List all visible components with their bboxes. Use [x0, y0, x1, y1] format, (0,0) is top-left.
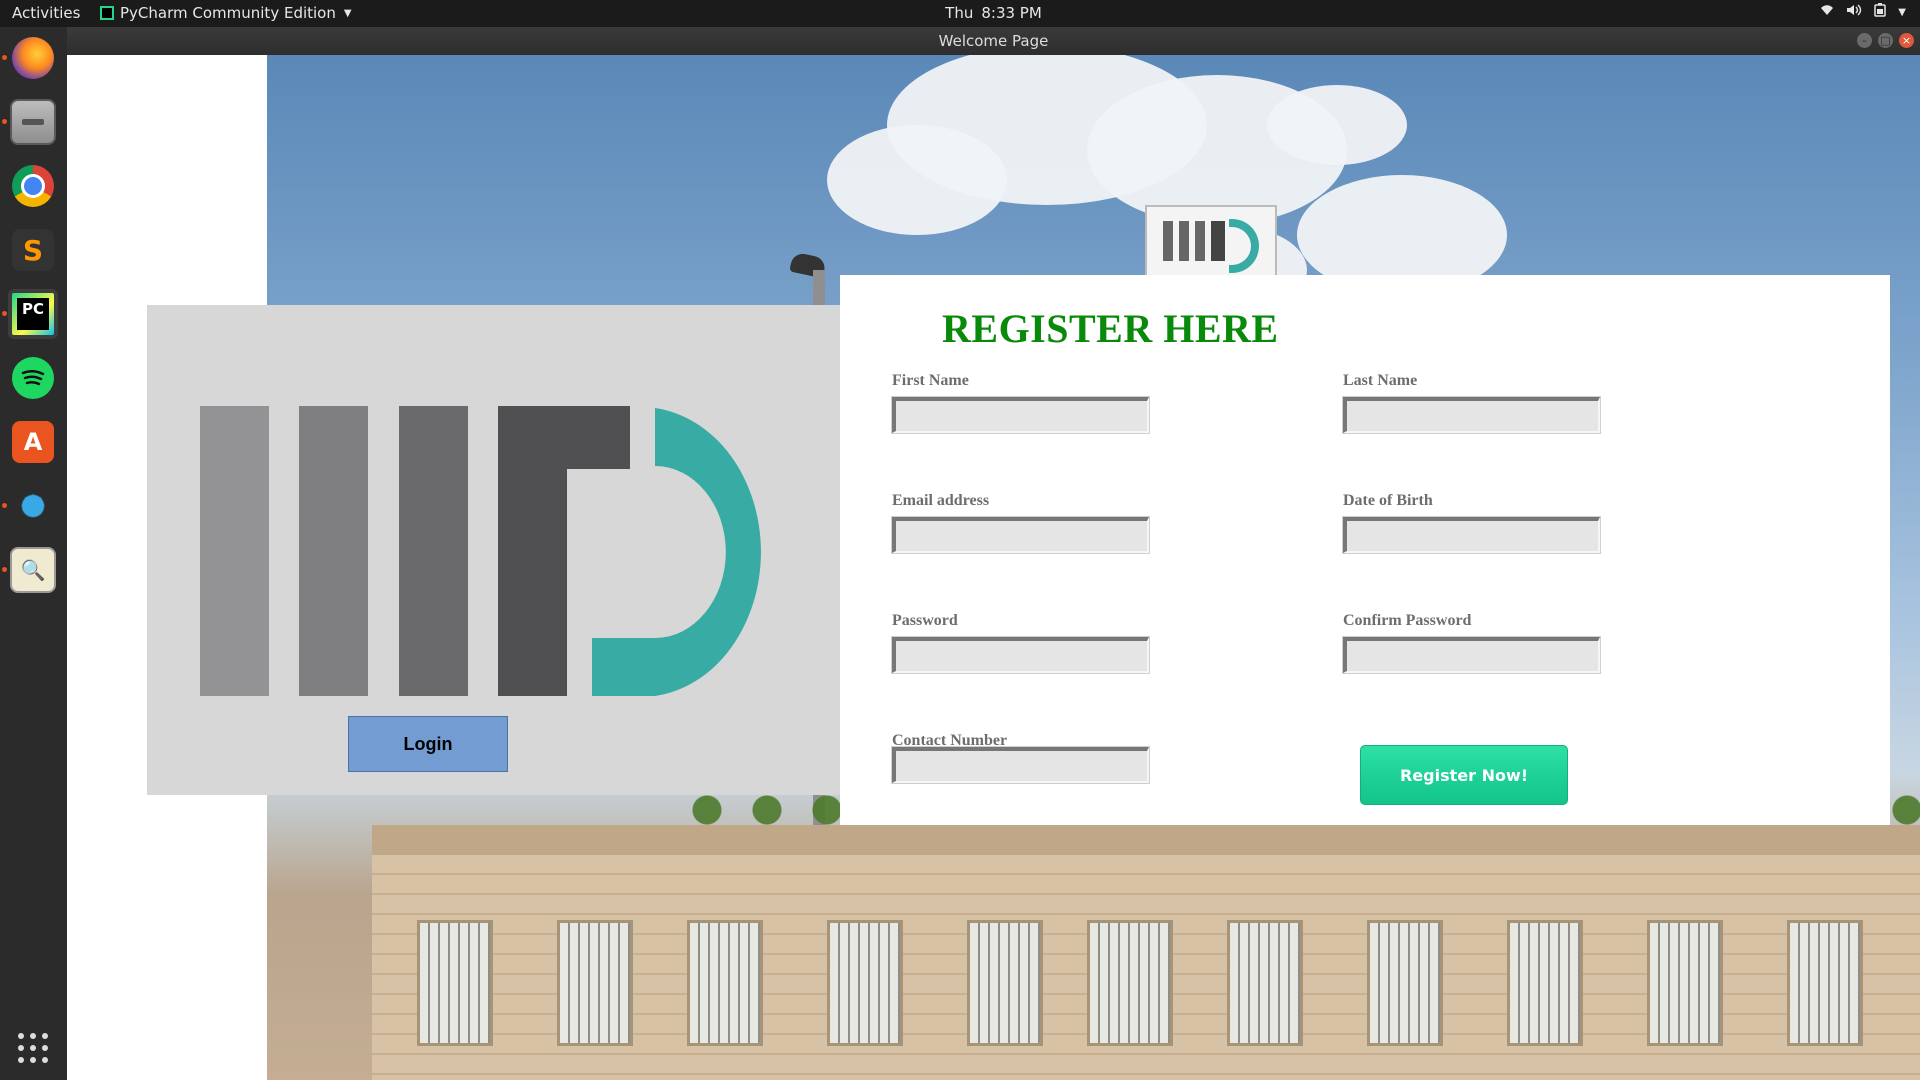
show-applications-button[interactable] — [8, 1023, 58, 1073]
running-indicator — [2, 567, 7, 572]
dock: S PC A ✷ 🔍 — [0, 27, 67, 1080]
confirm-password-label: Confirm Password — [1343, 612, 1472, 629]
chevron-down-icon: ▼ — [1898, 6, 1906, 18]
dock-spotify[interactable] — [8, 353, 58, 403]
dock-image-viewer[interactable]: 🔍 — [2, 545, 58, 595]
running-indicator — [2, 119, 7, 124]
window-controls: – □ × — [1857, 33, 1914, 48]
login-button[interactable]: Login — [348, 716, 508, 772]
dock-files[interactable] — [2, 97, 58, 147]
running-indicator — [2, 55, 7, 60]
clock-day: Thu — [945, 4, 974, 22]
logo-login-panel: Login — [147, 305, 840, 795]
app-window-content: Login REGISTER HERE First Name Last Name… — [67, 55, 1920, 1080]
email-label: Email address — [892, 492, 990, 509]
register-title: REGISTER HERE — [942, 306, 1279, 351]
window-title: Welcome Page — [938, 32, 1049, 50]
dob-label: Date of Birth — [1343, 492, 1433, 509]
wifi-icon — [1820, 4, 1834, 20]
first-name-label: First Name — [892, 372, 969, 389]
running-indicator — [2, 311, 7, 316]
contact-number-field[interactable] — [892, 747, 1149, 783]
last-name-label: Last Name — [1343, 372, 1418, 389]
dock-sublime[interactable]: S — [8, 225, 58, 275]
volume-icon — [1846, 4, 1862, 20]
image-viewer-icon: 🔍 — [10, 547, 56, 593]
minimize-button[interactable]: – — [1857, 33, 1872, 48]
register-now-button[interactable]: Register Now! — [1360, 745, 1568, 805]
system-tray[interactable]: ▼ — [1820, 3, 1906, 21]
close-button[interactable]: × — [1899, 33, 1914, 48]
first-name-field[interactable] — [892, 397, 1149, 433]
dock-pycharm[interactable]: PC — [2, 289, 58, 339]
files-icon — [10, 99, 56, 145]
maximize-button[interactable]: □ — [1878, 33, 1893, 48]
running-indicator — [2, 503, 7, 508]
campus-sign-logo — [1145, 205, 1277, 279]
window-title-bar[interactable]: Welcome Page – □ × — [67, 27, 1920, 55]
dob-field[interactable] — [1343, 517, 1600, 553]
last-name-field[interactable] — [1343, 397, 1600, 433]
clock-time: 8:33 PM — [981, 4, 1042, 22]
confirm-password-field[interactable] — [1343, 637, 1600, 673]
show-applications-icon — [18, 1033, 48, 1063]
spotify-icon — [12, 357, 54, 399]
battery-icon — [1874, 3, 1887, 21]
register-form-panel: REGISTER HERE First Name Last Name Email… — [840, 275, 1890, 825]
paint-splash-icon: ✷ — [12, 485, 54, 527]
dock-firefox[interactable] — [2, 33, 58, 83]
dock-software[interactable]: A — [8, 417, 58, 467]
firefox-icon — [12, 37, 54, 79]
chrome-icon — [12, 165, 54, 207]
email-field[interactable] — [892, 517, 1149, 553]
clock[interactable]: Thu 8:33 PM — [0, 4, 1920, 22]
password-field[interactable] — [892, 637, 1149, 673]
software-center-icon: A — [12, 421, 54, 463]
dock-paint[interactable]: ✷ — [2, 481, 58, 531]
pycharm-icon: PC — [12, 293, 54, 335]
top-bar: Activities PyCharm Community Edition ▼ T… — [0, 0, 1920, 27]
sublime-text-icon: S — [12, 229, 54, 271]
dock-chrome[interactable] — [8, 161, 58, 211]
password-label: Password — [892, 612, 958, 629]
